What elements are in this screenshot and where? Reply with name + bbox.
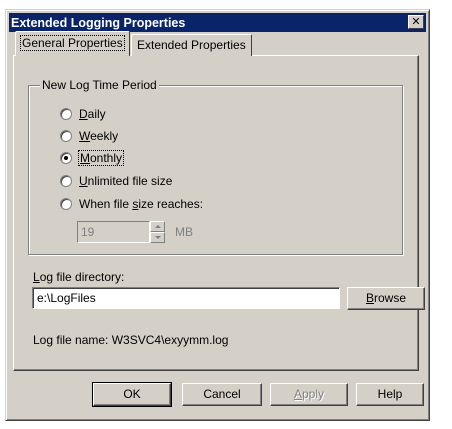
- arrow-up-icon: [155, 225, 161, 228]
- radio-monthly[interactable]: Monthly: [60, 150, 125, 166]
- radio-button[interactable]: [60, 175, 72, 187]
- tab-general-properties[interactable]: General Properties: [15, 31, 130, 56]
- title-bar[interactable]: Extended Logging Properties ✕: [9, 13, 426, 32]
- group-label: New Log Time Period: [40, 78, 159, 92]
- radio-button[interactable]: [60, 108, 72, 120]
- radio-button-checked[interactable]: [60, 152, 72, 164]
- close-icon: ✕: [411, 16, 421, 28]
- help-button[interactable]: Help: [356, 383, 424, 406]
- tab-label: General Properties: [20, 35, 125, 51]
- tab-label: Extended Properties: [137, 38, 246, 52]
- radio-label-daily: Daily: [79, 107, 106, 121]
- radio-button[interactable]: [60, 130, 72, 142]
- size-spinner[interactable]: 19: [77, 221, 165, 243]
- radio-label-size-limit: When file size reaches:: [79, 197, 204, 211]
- radio-label-weekly: Weekly: [79, 129, 119, 143]
- browse-button[interactable]: Browse: [347, 287, 425, 310]
- radio-weekly[interactable]: Weekly: [60, 128, 118, 144]
- ok-button[interactable]: OK: [92, 382, 172, 407]
- log-directory-label: Log file directory:: [33, 270, 125, 284]
- radio-unlimited[interactable]: Unlimited file size: [60, 173, 172, 189]
- size-unit-label: MB: [175, 225, 193, 239]
- window-title: Extended Logging Properties: [11, 15, 186, 30]
- spin-buttons[interactable]: [150, 221, 165, 243]
- log-file-name: Log file name: W3SVC4\exyymm.log: [33, 333, 229, 347]
- apply-button[interactable]: Apply: [270, 383, 348, 406]
- log-directory-input[interactable]: e:\LogFiles: [32, 287, 340, 309]
- spin-up-button[interactable]: [150, 221, 165, 232]
- radio-size-limit[interactable]: When file size reaches:: [60, 196, 203, 212]
- radio-daily[interactable]: Daily: [60, 106, 106, 122]
- spin-down-button[interactable]: [150, 232, 165, 243]
- radio-label-monthly: Monthly: [77, 150, 125, 166]
- radio-label-unlimited: Unlimited file size: [79, 174, 173, 188]
- cancel-button[interactable]: Cancel: [182, 383, 262, 406]
- arrow-down-icon: [155, 236, 161, 239]
- size-input[interactable]: 19: [77, 221, 150, 243]
- radio-button[interactable]: [60, 198, 72, 210]
- close-button[interactable]: ✕: [408, 15, 424, 29]
- tab-extended-properties[interactable]: Extended Properties: [131, 34, 252, 56]
